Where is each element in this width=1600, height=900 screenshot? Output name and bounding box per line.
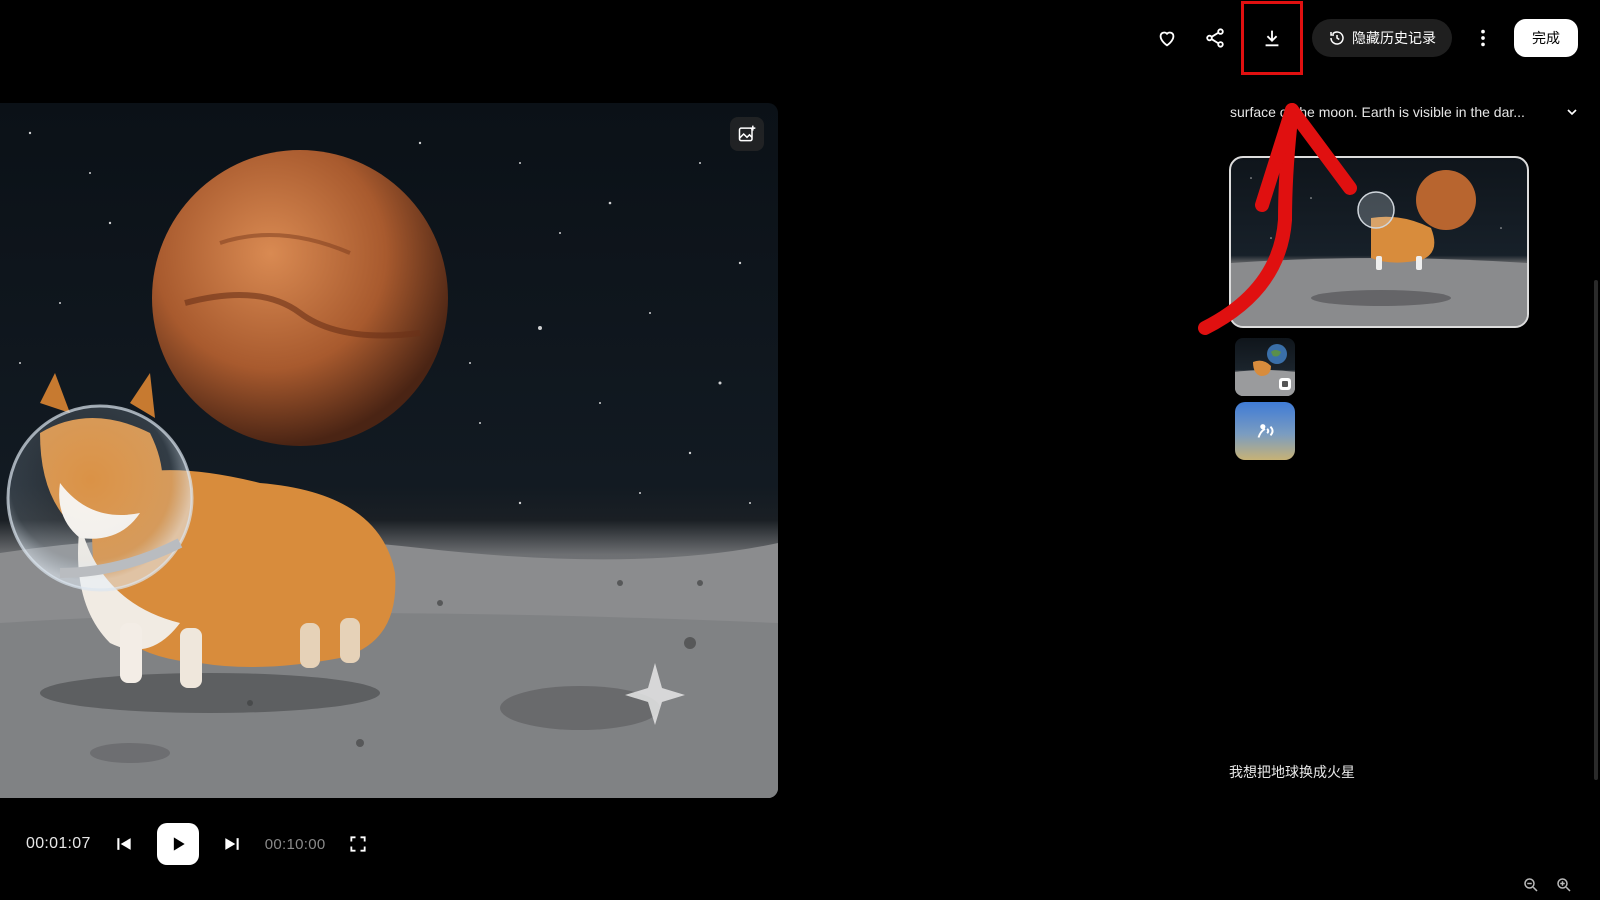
- chevron-down-icon[interactable]: [1564, 104, 1580, 120]
- hide-history-label: 隐藏历史记录: [1352, 30, 1436, 46]
- top-toolbar: 隐藏历史记录 完成: [1150, 1, 1578, 75]
- prompt-row[interactable]: surface of the moon. Earth is visible in…: [1230, 101, 1580, 123]
- source-image-thumbnail[interactable]: [1235, 338, 1295, 396]
- more-vertical-icon: [1481, 29, 1485, 47]
- done-label: 完成: [1532, 30, 1560, 46]
- corgi-earth-thumbnail-image: [1235, 344, 1295, 396]
- skip-next-button[interactable]: [219, 831, 245, 857]
- share-icon: [1206, 28, 1224, 48]
- share-button[interactable]: [1198, 21, 1232, 55]
- user-message: 我想把地球换成火星: [1229, 764, 1355, 780]
- player-controls: 00:01:07 00:10:00: [26, 823, 371, 865]
- zoom-in-button[interactable]: [1555, 876, 1575, 896]
- corgi-mars-thumbnail-image: [1231, 170, 1527, 326]
- current-time: 00:01:07: [26, 835, 91, 852]
- download-icon: [1265, 30, 1279, 47]
- zoom-out-button[interactable]: [1522, 876, 1542, 896]
- audio-track-thumbnail[interactable]: [1235, 402, 1295, 460]
- prompt-text: surface of the moon. Earth is visible in…: [1230, 104, 1525, 120]
- add-image-icon: [738, 125, 756, 142]
- fullscreen-button[interactable]: [345, 831, 371, 857]
- zoom-out-icon: [1524, 878, 1538, 892]
- add-image-button[interactable]: [730, 117, 764, 151]
- fullscreen-icon: [350, 836, 367, 852]
- play-button[interactable]: [156, 823, 199, 865]
- total-time: 00:10:00: [264, 835, 326, 853]
- heart-icon: [1159, 31, 1175, 47]
- download-button[interactable]: [1241, 1, 1303, 75]
- generated-video-thumbnail[interactable]: [1229, 156, 1529, 328]
- skip-previous-button[interactable]: [111, 831, 137, 857]
- video-frame-image: [0, 131, 778, 798]
- zoom-in-icon: [1557, 878, 1571, 892]
- skip-previous-icon: [117, 838, 131, 850]
- history-icon: [1330, 31, 1344, 45]
- play-icon: [173, 837, 185, 851]
- video-preview[interactable]: [0, 103, 778, 798]
- skip-next-icon: [225, 838, 239, 850]
- more-options-button[interactable]: [1466, 21, 1500, 55]
- favorite-button[interactable]: [1150, 21, 1184, 55]
- done-button[interactable]: 完成: [1514, 19, 1578, 57]
- audio-wave-icon: [1257, 424, 1274, 438]
- side-panel-scrollbar[interactable]: [1594, 280, 1598, 780]
- hide-history-button[interactable]: 隐藏历史记录: [1312, 19, 1452, 57]
